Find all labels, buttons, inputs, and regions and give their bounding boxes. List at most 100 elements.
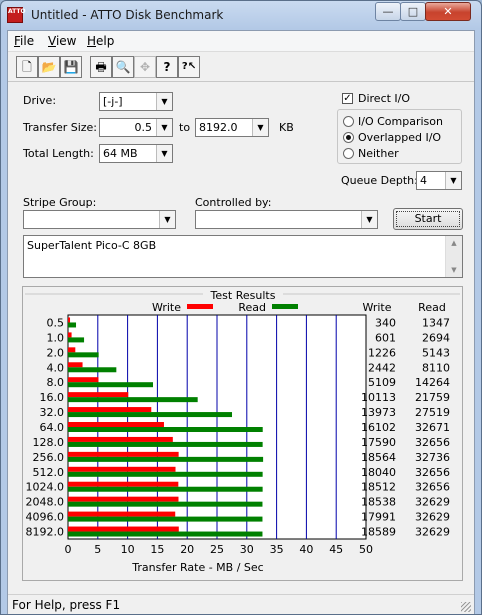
bar-read [68, 471, 263, 477]
chevron-down-icon[interactable]: ▼ [445, 172, 461, 189]
menu-file-rest: ile [20, 34, 35, 48]
client-area: File View Help 🗋 📂 💾 🖶 🔍 ✥ ? ?↖ Drive: [… [7, 30, 475, 614]
bar-read [68, 531, 263, 537]
stripe-group-label: Stripe Group: [23, 196, 97, 209]
neither-radio[interactable] [343, 148, 354, 159]
maximize-button[interactable]: □ [400, 2, 426, 21]
controlled-by-select[interactable]: ▼ [195, 210, 378, 229]
transfer-size-from-value: 0.5 [134, 121, 153, 134]
stripe-group-select[interactable]: ▼ [23, 210, 176, 229]
menu-bar: File View Help [8, 31, 474, 52]
write-value: 1226 [368, 346, 396, 359]
read-value: 32629 [415, 496, 450, 509]
x-tick-label: 40 [299, 543, 313, 556]
y-tick-label: 4096.0 [26, 511, 65, 524]
bar-read [68, 367, 117, 373]
app-window: ATTO Untitled - ATTO Disk Benchmark — □ … [0, 0, 482, 615]
transfer-size-to-value: 8192.0 [199, 121, 238, 134]
chevron-down-icon[interactable]: ▼ [156, 145, 172, 162]
write-value: 18538 [361, 496, 396, 509]
menu-help[interactable]: Help [87, 34, 114, 48]
transfer-size-to-select[interactable]: 8192.0 ▼ [195, 118, 269, 137]
x-tick-label: 45 [329, 543, 343, 556]
bar-write [68, 407, 152, 413]
y-tick-label: 8192.0 [26, 526, 65, 539]
write-value: 18564 [361, 451, 396, 464]
bar-read [68, 516, 263, 522]
description-textarea[interactable]: SuperTalent Pico-C 8GB ▲ ▼ [23, 235, 463, 278]
legend-label-read: Read [238, 301, 266, 314]
resize-grip-icon[interactable] [461, 602, 471, 612]
write-value: 601 [375, 331, 396, 344]
legend-label-write: Write [152, 301, 181, 314]
queue-depth-select[interactable]: 4 ▼ [416, 171, 462, 190]
new-icon[interactable]: 🗋 [16, 56, 38, 78]
write-value: 5109 [368, 376, 396, 389]
chevron-down-icon[interactable]: ▼ [156, 93, 172, 110]
transfer-size-from-select[interactable]: 0.5 ▼ [99, 118, 173, 137]
overlapped-io-label: Overlapped I/O [358, 131, 442, 144]
bar-read [68, 427, 263, 432]
bar-write [68, 451, 179, 457]
bar-read [68, 397, 198, 403]
bar-write [68, 481, 179, 487]
write-value: 18589 [361, 526, 396, 539]
controlled-by-label: Controlled by: [195, 196, 272, 209]
legend-swatch-read [272, 304, 298, 309]
menu-view[interactable]: View [48, 34, 76, 48]
drive-select[interactable]: [-j-] ▼ [99, 92, 173, 111]
description-scrollbar[interactable]: ▲ ▼ [445, 236, 462, 277]
scroll-up-icon[interactable]: ▲ [446, 236, 462, 250]
read-value: 5143 [422, 346, 450, 359]
context-help-icon[interactable]: ?↖ [178, 56, 200, 78]
app-icon: ATTO [7, 7, 26, 23]
direct-io-checkbox[interactable]: ✓ [342, 93, 353, 104]
print-preview-icon[interactable]: 🔍 [112, 56, 134, 78]
help-icon[interactable]: ? [156, 56, 178, 78]
x-tick-label: 30 [240, 543, 254, 556]
total-length-select[interactable]: 64 MB ▼ [99, 144, 173, 163]
total-length-value: 64 MB [103, 147, 138, 160]
bar-write [68, 317, 71, 323]
read-value: 32629 [415, 526, 450, 539]
queue-depth-label: Queue Depth: [341, 174, 418, 187]
y-tick-label: 256.0 [33, 451, 65, 464]
direct-io-label: Direct I/O [358, 92, 411, 105]
start-button[interactable]: Start [393, 208, 463, 230]
y-tick-label: 0.5 [47, 316, 65, 329]
minimize-button[interactable]: — [375, 2, 401, 21]
x-tick-label: 35 [270, 543, 284, 556]
scroll-down-icon[interactable]: ▼ [446, 263, 462, 277]
legend: Write Read [152, 301, 298, 314]
status-bar: For Help, press F1 [8, 594, 474, 614]
close-button[interactable]: ✕ [425, 2, 471, 21]
write-value: 18512 [361, 481, 396, 494]
y-tick-label: 8.0 [47, 376, 65, 389]
bar-read [68, 352, 99, 358]
chevron-down-icon[interactable]: ▼ [252, 119, 268, 136]
read-value: 32736 [415, 451, 450, 464]
io-comparison-radio[interactable] [343, 116, 354, 127]
x-tick-label: 0 [65, 543, 72, 556]
y-tick-label: 128.0 [33, 436, 65, 449]
save-icon[interactable]: 💾 [60, 56, 82, 78]
print-icon[interactable]: 🖶 [90, 56, 112, 78]
neither-label: Neither [358, 147, 399, 160]
x-tick-label: 50 [359, 543, 373, 556]
open-icon[interactable]: 📂 [38, 56, 60, 78]
chevron-down-icon[interactable]: ▼ [156, 119, 172, 136]
y-tick-label: 1024.0 [26, 481, 65, 494]
io-comparison-label: I/O Comparison [358, 115, 443, 128]
chevron-down-icon[interactable]: ▼ [361, 211, 377, 228]
y-tick-label: 512.0 [33, 466, 65, 479]
chevron-down-icon[interactable]: ▼ [159, 211, 175, 228]
bar-write [68, 496, 179, 502]
y-tick-label: 16.0 [40, 391, 65, 404]
menu-file[interactable]: File [14, 34, 34, 48]
title-bar[interactable]: ATTO Untitled - ATTO Disk Benchmark — □ … [1, 1, 481, 29]
bar-read [68, 337, 85, 343]
overlapped-io-radio[interactable] [343, 132, 354, 143]
transfer-size-label: Transfer Size: [23, 121, 98, 134]
write-value: 16102 [361, 421, 396, 434]
bar-write [68, 392, 129, 398]
